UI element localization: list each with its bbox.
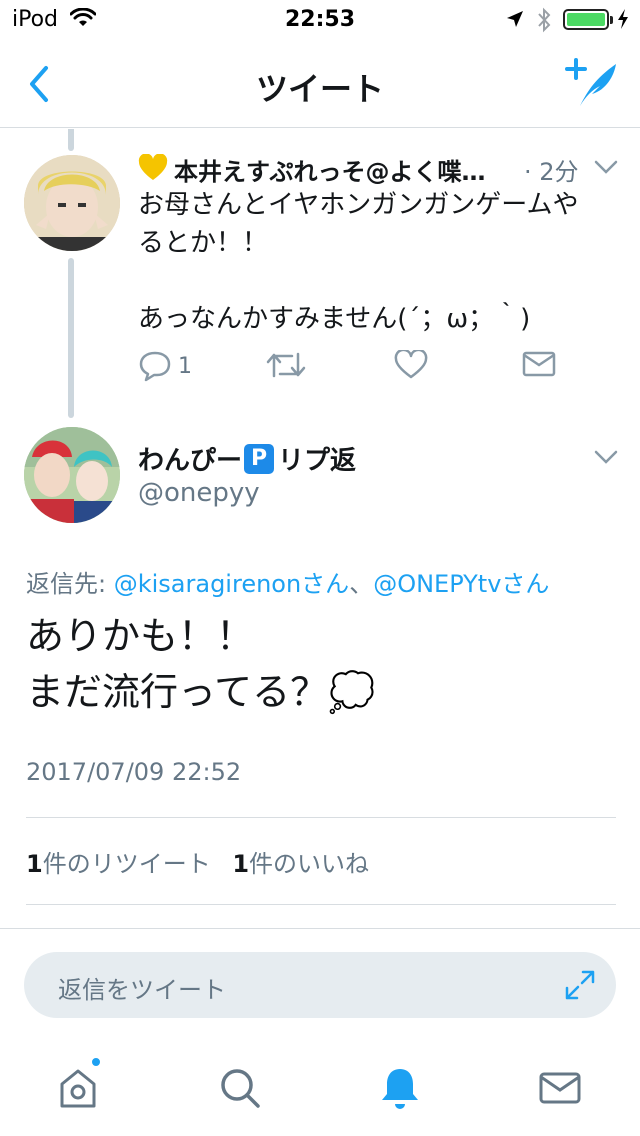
replying-to-label: 返信先: xyxy=(26,570,114,598)
avatar[interactable] xyxy=(24,427,120,523)
thread-line xyxy=(68,258,74,418)
yellow-heart-icon xyxy=(138,154,168,180)
tweet-text: ありかも！！ まだ流行ってる？💭 xyxy=(26,608,626,720)
likes-stat[interactable]: 1件のいいね xyxy=(232,850,369,878)
display-name-suffix: リプ返 xyxy=(278,446,357,476)
divider xyxy=(26,904,616,905)
display-name[interactable]: 本井えすぷれっそ@よく喋… xyxy=(174,152,544,187)
reply-input[interactable]: 返信をツイート xyxy=(24,952,616,1018)
retweet-button[interactable] xyxy=(266,350,306,380)
tweet-header: 本井えすぷれっそ@よく喋… · 2分 xyxy=(138,150,618,187)
avatar-photo xyxy=(24,427,120,523)
location-arrow-icon xyxy=(507,11,523,27)
retweets-stat[interactable]: 1件のリツイート xyxy=(26,850,211,878)
display-name-text: わんぴー xyxy=(138,446,243,476)
chevron-down-icon[interactable] xyxy=(594,450,618,464)
envelope-icon xyxy=(522,351,556,377)
tweet-text-line: お母さんとイヤホンガンガンゲームや xyxy=(138,190,579,220)
divider xyxy=(0,928,640,929)
home-icon[interactable] xyxy=(54,1064,102,1112)
search-icon[interactable] xyxy=(216,1064,264,1112)
retweet-icon xyxy=(266,352,306,378)
heart-icon xyxy=(394,350,428,379)
messages-envelope-icon[interactable] xyxy=(536,1064,584,1112)
page-title: ツイート xyxy=(255,70,384,108)
like-count: 1 xyxy=(232,850,250,878)
notifications-bell-icon[interactable] xyxy=(376,1064,424,1112)
like-label: 件のいいね xyxy=(249,850,370,878)
replying-to-user-link[interactable]: @kisaragirenonさん xyxy=(114,570,349,598)
charging-bolt-icon xyxy=(618,9,628,29)
compose-tweet-icon[interactable] xyxy=(562,56,622,112)
status-bar: iPod 22:53 xyxy=(0,0,640,40)
avatar-photo xyxy=(24,155,120,251)
reply-icon xyxy=(139,351,171,382)
tweet-text-line: あっなんかすみません(´；ω；｀) xyxy=(138,304,531,334)
tweet-stats: 1件のリツイート 1件のいいね xyxy=(26,844,383,879)
parking-badge-icon: P xyxy=(244,443,275,474)
tweet-text-line: ありかも！！ xyxy=(26,614,255,658)
tab-bar xyxy=(0,1046,640,1136)
battery-icon xyxy=(563,9,613,30)
replying-to-separator: 、 xyxy=(349,570,374,598)
navigation-bar: ツイート xyxy=(0,40,640,128)
tweet-timestamp: 2017/07/09 22:52 xyxy=(26,758,242,786)
reply-placeholder: 返信をツイート xyxy=(58,976,226,1004)
replying-to: 返信先: @kisaragirenonさん、@ONEPYtvさん xyxy=(26,564,549,599)
reply-button[interactable]: 1 xyxy=(138,350,192,382)
user-handle[interactable]: @onepyy xyxy=(138,478,260,508)
expand-icon[interactable] xyxy=(564,969,596,1001)
notification-dot xyxy=(90,1056,102,1068)
avatar[interactable] xyxy=(24,155,120,251)
tweet-actions: 1 xyxy=(138,350,578,390)
tweet-text: お母さんとイヤホンガンガンゲームや るとか！！ あっなんかすみません(´；ω；｀… xyxy=(138,186,618,338)
like-button[interactable] xyxy=(394,350,428,380)
chevron-down-icon[interactable] xyxy=(594,160,618,174)
thread-line xyxy=(68,129,74,151)
tweet-time: · 2分 xyxy=(524,158,579,186)
display-name[interactable]: わんぴー P リプ返 xyxy=(138,440,356,477)
divider xyxy=(26,817,616,818)
retweet-count: 1 xyxy=(26,850,43,878)
tweet-text-line: まだ流行ってる？💭 xyxy=(26,670,376,714)
bluetooth-icon xyxy=(538,7,551,33)
tweet-text-line: るとか！！ xyxy=(138,228,269,258)
retweet-label: 件のリツイート xyxy=(42,850,211,878)
direct-message-button[interactable] xyxy=(522,350,556,378)
replying-to-user-link[interactable]: @ONEPYtvさん xyxy=(373,570,549,598)
reply-count: 1 xyxy=(178,353,192,379)
